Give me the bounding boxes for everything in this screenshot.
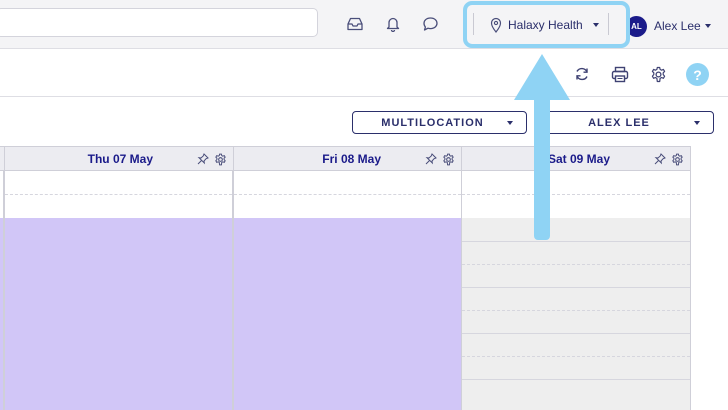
day-label: Thu 07 May — [87, 152, 153, 166]
day-label: Fri 08 May — [322, 152, 381, 166]
chevron-down-icon — [507, 121, 513, 125]
day-column-sat[interactable] — [462, 171, 691, 410]
day-header-sat: Sat 09 May — [462, 146, 691, 171]
gear-icon[interactable] — [670, 152, 684, 166]
practitioner-dropdown-label: ALEX LEE — [588, 116, 650, 129]
chevron-down-icon — [694, 121, 700, 125]
calendar-grid: Thu 07 May Fri 08 May Sat 09 May — [0, 146, 691, 410]
user-menu[interactable]: AL Alex Lee — [626, 15, 711, 37]
day-column-thu[interactable] — [5, 171, 234, 410]
pin-icon[interactable] — [196, 152, 210, 166]
pin-icon[interactable] — [653, 152, 667, 166]
chevron-down-icon — [704, 24, 711, 28]
help-icon[interactable]: ? — [686, 63, 709, 86]
pin-icon[interactable] — [424, 152, 438, 166]
toolbar: ? — [0, 49, 728, 97]
print-icon[interactable] — [609, 63, 631, 85]
practitioner-dropdown[interactable]: ALEX LEE — [538, 111, 714, 134]
location-highlight — [463, 1, 630, 48]
user-name: Alex Lee — [654, 19, 701, 33]
available-slot[interactable] — [234, 218, 461, 410]
location-dropdown-label: MULTILOCATION — [381, 116, 484, 129]
annotation-arrow-shaft — [534, 82, 550, 240]
available-slot[interactable] — [5, 218, 232, 410]
settings-icon[interactable] — [647, 63, 669, 85]
available-slot — [0, 218, 3, 410]
chat-icon[interactable] — [420, 14, 440, 34]
bell-icon[interactable] — [383, 14, 403, 34]
day-header-thu: Thu 07 May — [5, 146, 234, 171]
day-column-fri[interactable] — [234, 171, 462, 410]
day-header-fri: Fri 08 May — [234, 146, 462, 171]
unavailable-slot — [462, 218, 690, 410]
gear-icon[interactable] — [441, 152, 455, 166]
search-input[interactable] — [0, 8, 318, 37]
gear-icon[interactable] — [213, 152, 227, 166]
day-label: Sat 09 May — [547, 152, 610, 166]
inbox-icon[interactable] — [345, 14, 365, 34]
refresh-icon[interactable] — [571, 63, 593, 85]
location-dropdown[interactable]: MULTILOCATION — [352, 111, 527, 134]
